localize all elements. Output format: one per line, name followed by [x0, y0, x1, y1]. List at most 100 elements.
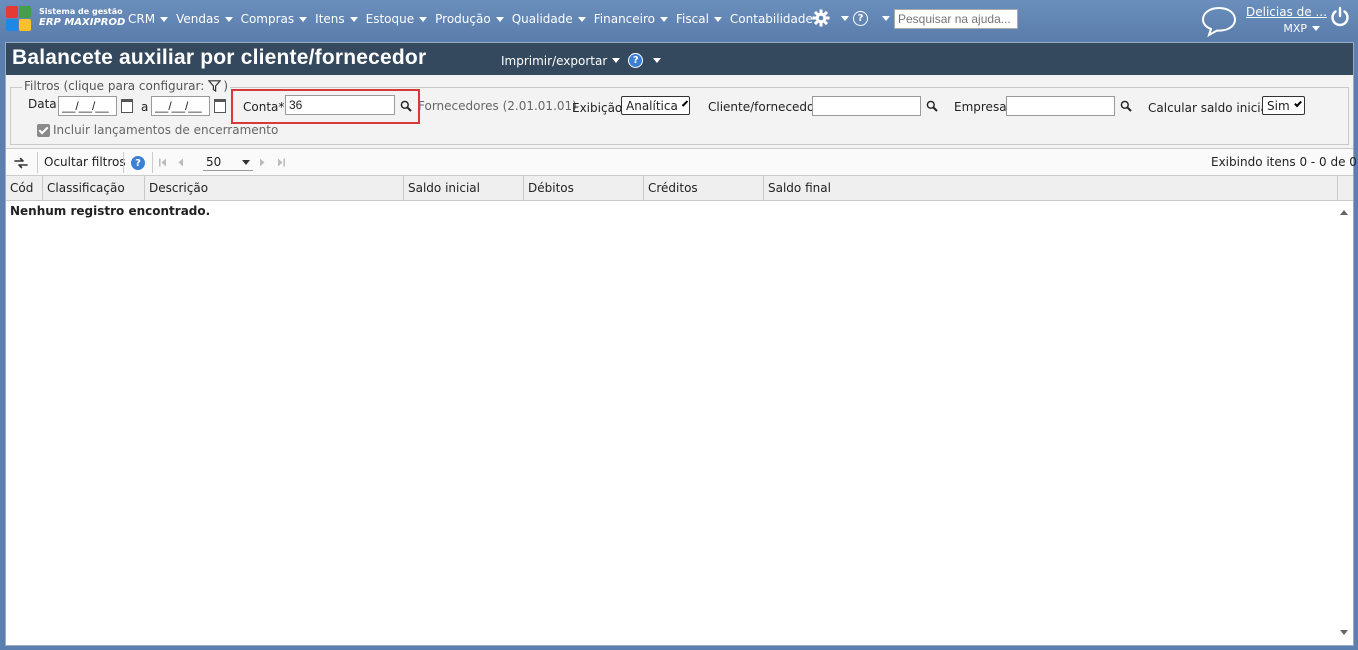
search-icon[interactable]	[400, 100, 412, 112]
account-input[interactable]	[285, 95, 395, 115]
menu-compras[interactable]: Compras	[241, 12, 308, 26]
menu-financeiro[interactable]: Financeiro	[594, 12, 669, 26]
date-to-input[interactable]	[151, 96, 210, 116]
refresh-icon[interactable]	[14, 156, 28, 170]
chat-icon[interactable]	[1200, 5, 1238, 37]
page-help-icon[interactable]: ?	[628, 53, 644, 68]
user-name[interactable]: Delicias de ...	[1246, 5, 1327, 19]
filters-legend-close: )	[223, 79, 228, 93]
include-closing-checkbox[interactable]	[37, 124, 50, 137]
caret-down-icon	[349, 16, 358, 22]
caret-down-icon	[660, 16, 669, 22]
display-select[interactable]: Analítica	[621, 96, 690, 115]
help-search-input[interactable]	[894, 9, 1018, 29]
company-name: MXP	[1283, 22, 1307, 35]
page-frame: Balancete auxiliar por cliente/fornecedo…	[5, 42, 1357, 646]
help-caret-icon[interactable]	[653, 58, 662, 63]
prev-page-icon[interactable]	[178, 158, 184, 167]
first-page-icon[interactable]	[159, 158, 167, 167]
chevron-down-icon	[681, 100, 689, 107]
client-input[interactable]	[812, 96, 921, 116]
menu-itens[interactable]: Itens	[315, 12, 358, 26]
menu-fiscal[interactable]: Fiscal	[676, 12, 722, 26]
caret-down-icon	[577, 16, 586, 22]
column-header-cod[interactable]: Cód	[6, 176, 43, 201]
menu-label: Compras	[240, 12, 295, 26]
column-header-descricao[interactable]: Descrição	[145, 176, 404, 201]
next-page-icon[interactable]	[259, 158, 265, 167]
column-header-debitos[interactable]: Débitos	[524, 176, 644, 201]
display-label: Exibição	[572, 101, 623, 115]
account-label: Conta*	[243, 100, 285, 114]
menu-producao[interactable]: Produção	[435, 12, 504, 26]
menu-label: Contabilidade	[729, 12, 813, 26]
menu-label: Fiscal	[676, 12, 709, 26]
help-icon[interactable]: ?	[853, 11, 868, 26]
toolbar-separator	[37, 152, 38, 173]
menu-label: Estoque	[365, 12, 415, 26]
display-value: Analítica	[626, 98, 678, 113]
company-selector[interactable]: MXP	[1246, 22, 1320, 35]
brand-name: Sistema de gestão ERP MAXIPROD	[39, 6, 125, 28]
filters-legend[interactable]: Filtros (clique para configurar: )	[22, 79, 230, 93]
calendar-icon[interactable]	[121, 99, 133, 113]
menu-label: Qualidade	[511, 12, 573, 26]
help-caret-icon[interactable]	[882, 16, 890, 21]
empty-message: Nenhum registro encontrado.	[10, 204, 211, 218]
title-bar: Balancete auxiliar por cliente/fornecedo…	[6, 43, 1353, 75]
user-menu[interactable]: Delicias de ... MXP	[1246, 5, 1327, 35]
grid-help-icon[interactable]: ?	[130, 155, 146, 171]
scroll-up-arrow[interactable]	[1340, 210, 1348, 215]
menu-label: Produção	[435, 12, 491, 26]
power-icon[interactable]	[1329, 6, 1351, 28]
menu-crm[interactable]: CRM	[128, 12, 169, 26]
last-page-icon[interactable]	[277, 158, 285, 167]
page-title: Balancete auxiliar por cliente/fornecedo…	[12, 46, 427, 69]
date-separator: a	[141, 100, 149, 114]
print-export-menu[interactable]: Imprimir/exportar ?	[501, 53, 662, 68]
caret-down-icon	[612, 58, 621, 63]
column-header-saldo-final[interactable]: Saldo final	[764, 176, 1338, 201]
date-from-input[interactable]	[58, 96, 117, 116]
initial-balance-label: Calcular saldo inicial	[1148, 101, 1272, 115]
initial-balance-value: Sim	[1267, 98, 1290, 113]
settings-caret-icon[interactable]	[841, 16, 849, 21]
page-size-value: 50	[206, 155, 222, 169]
menu-estoque[interactable]: Estoque	[366, 12, 428, 26]
column-header-saldo-inicial[interactable]: Saldo inicial	[404, 176, 524, 201]
caret-down-icon	[242, 159, 250, 165]
column-header-creditos[interactable]: Créditos	[644, 176, 764, 201]
initial-balance-select[interactable]: Sim	[1262, 96, 1305, 115]
search-icon[interactable]	[1120, 100, 1132, 112]
grid-toolbar: Ocultar filtros ? 50 Exibindo itens 0 - …	[6, 149, 1357, 176]
menu-vendas[interactable]: Vendas	[176, 12, 233, 26]
items-info: Exibindo itens 0 - 0 de 0	[1211, 155, 1357, 169]
company-input[interactable]	[1006, 96, 1115, 116]
column-header-classificacao[interactable]: Classificação	[43, 176, 145, 201]
chevron-down-icon	[1293, 99, 1302, 108]
calendar-icon[interactable]	[214, 99, 226, 113]
hide-filters-button[interactable]: Ocultar filtros	[44, 155, 126, 169]
include-closing-label: Incluir lançamentos de encerramento	[53, 123, 279, 137]
filter-icon[interactable]	[208, 80, 222, 92]
main-menu: CRM Vendas Compras Itens Estoque Produçã…	[128, 11, 834, 27]
menu-qualidade[interactable]: Qualidade	[512, 12, 586, 26]
menu-label: Vendas	[176, 12, 220, 26]
caret-down-icon	[495, 16, 504, 22]
logo-icon[interactable]	[6, 6, 34, 32]
caret-down-icon	[419, 16, 428, 22]
page-size-select[interactable]: 50	[203, 154, 253, 171]
menu-label: Itens	[315, 12, 345, 26]
menu-label: CRM	[128, 12, 156, 26]
toolbar-separator	[123, 152, 124, 173]
gear-icon[interactable]	[812, 9, 830, 27]
table-header: Cód Classificação Descrição Saldo inicia…	[6, 176, 1353, 201]
scroll-down-arrow[interactable]	[1340, 630, 1348, 635]
search-icon[interactable]	[926, 100, 938, 112]
client-label: Cliente/fornecedor	[708, 100, 820, 114]
caret-down-icon	[224, 16, 233, 22]
date-label: Data	[28, 97, 57, 111]
top-navbar: Sistema de gestão ERP MAXIPROD CRM Venda…	[0, 0, 1358, 40]
account-description: Fornecedores (2.01.01.01)	[418, 99, 577, 113]
caret-down-icon	[160, 16, 169, 22]
